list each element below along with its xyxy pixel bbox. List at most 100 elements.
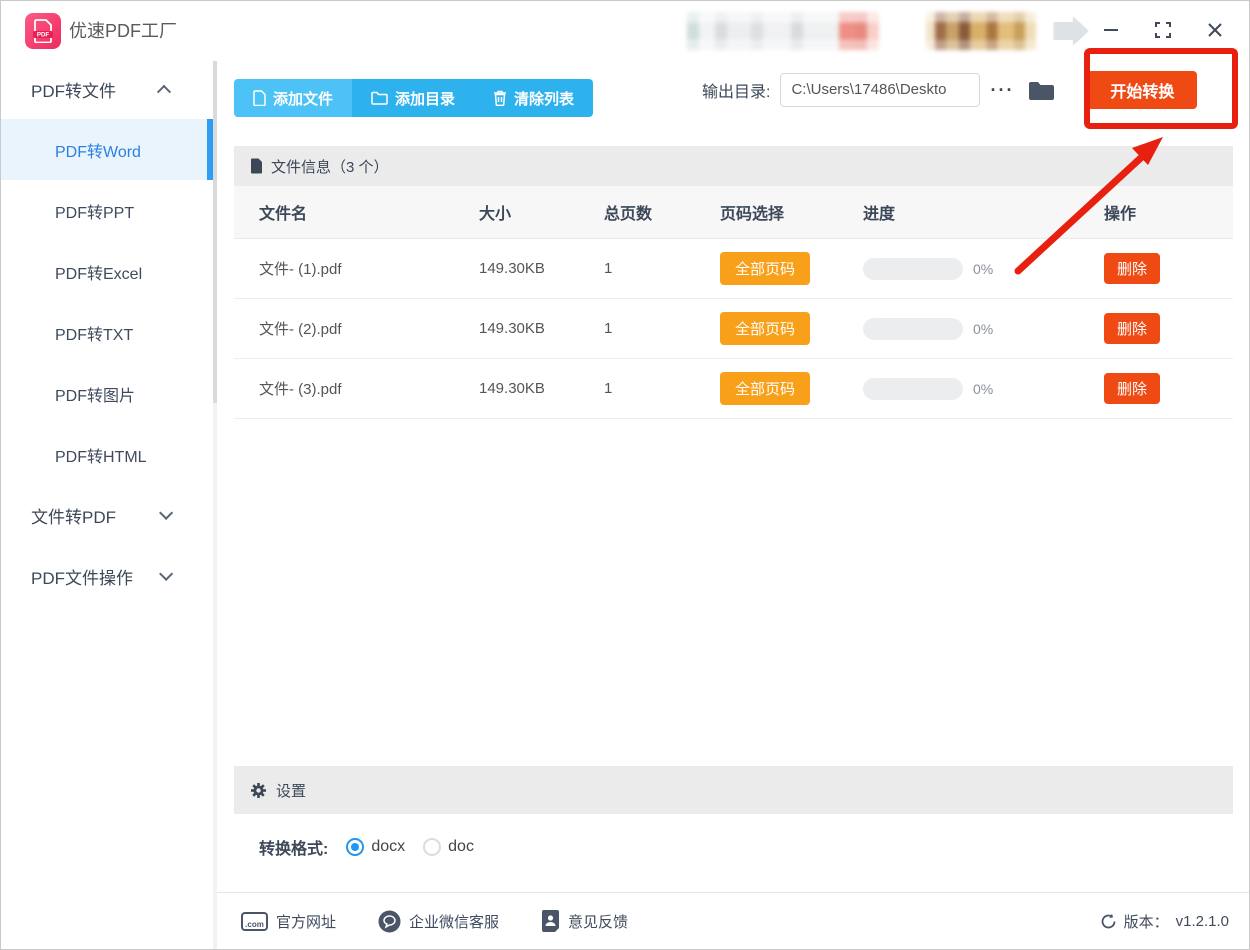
col-page-select: 页码选择 (720, 206, 785, 223)
minimize-button[interactable] (1095, 14, 1127, 46)
trash-icon (494, 90, 507, 106)
sidebar-group-label: 文件转PDF (31, 507, 116, 527)
radio-doc-label[interactable]: doc (448, 838, 474, 856)
col-action: 操作 (1104, 206, 1137, 223)
radio-docx-label[interactable]: docx (371, 838, 405, 856)
add-file-button[interactable]: 添加文件 (234, 79, 353, 117)
chevron-up-icon (156, 84, 172, 99)
version-label: 版本： (1123, 913, 1169, 931)
col-name: 文件名 (259, 206, 308, 223)
window-controls (1095, 14, 1231, 46)
active-indicator-bar (207, 119, 213, 180)
sidebar-item-pdf-to-word[interactable]: PDF转Word (1, 119, 213, 180)
open-folder-icon[interactable] (1028, 80, 1055, 101)
blurred-badge-1 (679, 12, 879, 50)
sidebar-group-pdf-operations[interactable]: PDF文件操作 (1, 552, 213, 600)
gear-icon (251, 782, 266, 798)
official-website-link[interactable]: .com 官方网址 (241, 910, 336, 933)
wechat-service-link[interactable]: 企业微信客服 (378, 910, 499, 933)
sidebar-item-pdf-to-image[interactable]: PDF转图片 (1, 363, 213, 424)
radio-docx[interactable] (346, 838, 365, 856)
delete-button[interactable]: 删除 (1104, 253, 1161, 284)
footer-links: .com 官方网址 企业微信客服 意见反馈 (241, 910, 628, 933)
file-pages: 1 (604, 320, 613, 337)
maximize-button[interactable] (1147, 14, 1179, 46)
file-pages: 1 (604, 380, 613, 397)
chevron-down-icon (159, 505, 174, 520)
sidebar-item-pdf-to-ppt[interactable]: PDF转PPT (1, 180, 213, 241)
folder-icon (371, 91, 388, 105)
sidebar-group-file-to-pdf[interactable]: 文件转PDF (1, 491, 213, 539)
sidebar-group-label: PDF转文件 (31, 81, 116, 101)
chevron-down-icon (159, 566, 174, 581)
file-size: 149.30KB (479, 320, 545, 337)
add-folder-button[interactable]: 添加目录 (352, 79, 475, 117)
logo-pdf-text: PDF (37, 32, 50, 39)
page-select-button[interactable]: 全部页码 (720, 312, 811, 345)
output-dir-input[interactable]: C:\Users\17486\Deskto (780, 73, 981, 107)
progress-percent: 0% (973, 320, 994, 337)
website-label: 官方网址 (276, 913, 337, 931)
document-icon (251, 158, 262, 174)
feedback-link[interactable]: 意见反馈 (541, 910, 628, 933)
file-name: 文件- (2).pdf (259, 321, 342, 338)
sidebar-item-label: PDF转Excel (55, 265, 143, 283)
sidebar-item-label: PDF转PPT (55, 204, 135, 222)
sidebar-item-pdf-to-excel[interactable]: PDF转Excel (1, 241, 213, 302)
more-ellipsis-icon[interactable]: ··· (990, 80, 1014, 101)
file-name: 文件- (1).pdf (259, 261, 342, 278)
feedback-icon (542, 910, 560, 932)
sidebar-item-label: PDF转HTML (55, 448, 147, 466)
output-dir-label: 输出目录: (702, 84, 771, 101)
close-button[interactable] (1199, 14, 1231, 46)
file-name: 文件- (3).pdf (259, 381, 342, 398)
progress-percent: 0% (973, 380, 994, 397)
app-window: PDF 优速PDF工厂 PDF转文件 PDF转Word PDF转PPT PDF转… (0, 0, 1250, 950)
progress-percent: 0% (973, 260, 994, 277)
page-select-button[interactable]: 全部页码 (720, 372, 811, 405)
sidebar-item-label: PDF转TXT (55, 326, 134, 344)
settings-label: 设置 (276, 782, 307, 800)
sidebar-group-pdf-to-file[interactable]: PDF转文件 (1, 65, 213, 113)
delete-button[interactable]: 删除 (1104, 313, 1161, 344)
progress-bar (863, 377, 963, 400)
start-convert-button[interactable]: 开始转换 (1087, 71, 1198, 109)
format-row: 转换格式: docx doc (259, 823, 474, 871)
page-select-button[interactable]: 全部页码 (720, 252, 811, 285)
blurred-badge-2 (926, 12, 1036, 50)
app-title: 优速PDF工厂 (69, 21, 177, 41)
file-info-bar: 文件信息（3 个） (234, 146, 1233, 186)
table-row: 文件- (3).pdf 149.30KB 1 全部页码 0% 删除 (234, 359, 1233, 419)
file-info-label: 文件信息（3 个） (271, 158, 389, 176)
wechat-label: 企业微信客服 (409, 913, 500, 931)
delete-button[interactable]: 删除 (1104, 373, 1161, 404)
col-size: 大小 (479, 206, 512, 223)
version-info[interactable]: 版本： v1.2.1.0 (1100, 911, 1229, 932)
format-label: 转换格式: (259, 841, 329, 858)
app-logo-icon: PDF (25, 13, 61, 49)
add-file-label: 添加文件 (273, 90, 334, 108)
clear-list-button[interactable]: 清除列表 (474, 79, 594, 117)
output-cluster: 输出目录: C:\Users\17486\Deskto ··· 开始转换 (702, 71, 1198, 109)
file-size: 149.30KB (479, 260, 545, 277)
title-bar: PDF 优速PDF工厂 (1, 1, 1249, 61)
blurred-pointer-blob (1053, 16, 1089, 46)
col-pages: 总页数 (604, 206, 653, 223)
clear-list-label: 清除列表 (514, 90, 575, 108)
sidebar-item-pdf-to-txt[interactable]: PDF转TXT (1, 302, 213, 363)
footer: .com 官方网址 企业微信客服 意见反馈 版本： v1.2.1.0 (217, 892, 1249, 949)
sidebar-group-label: PDF文件操作 (31, 568, 133, 588)
version-value: v1.2.1.0 (1175, 912, 1229, 930)
radio-doc[interactable] (423, 838, 442, 856)
refresh-icon (1101, 913, 1116, 928)
sidebar-item-pdf-to-html[interactable]: PDF转HTML (1, 424, 213, 485)
file-pages: 1 (604, 260, 613, 277)
sidebar: PDF转文件 PDF转Word PDF转PPT PDF转Excel PDF转TX… (1, 61, 217, 949)
wechat-icon (378, 910, 401, 932)
file-size: 149.30KB (479, 380, 545, 397)
settings-bar: 设置 (234, 766, 1233, 814)
col-progress: 进度 (863, 206, 896, 223)
main-panel: 添加文件 添加目录 清除列表 输出目录: C:\Users\17486\Desk… (217, 61, 1249, 949)
add-folder-label: 添加目录 (395, 90, 456, 108)
sidebar-item-label: PDF转Word (55, 143, 141, 161)
